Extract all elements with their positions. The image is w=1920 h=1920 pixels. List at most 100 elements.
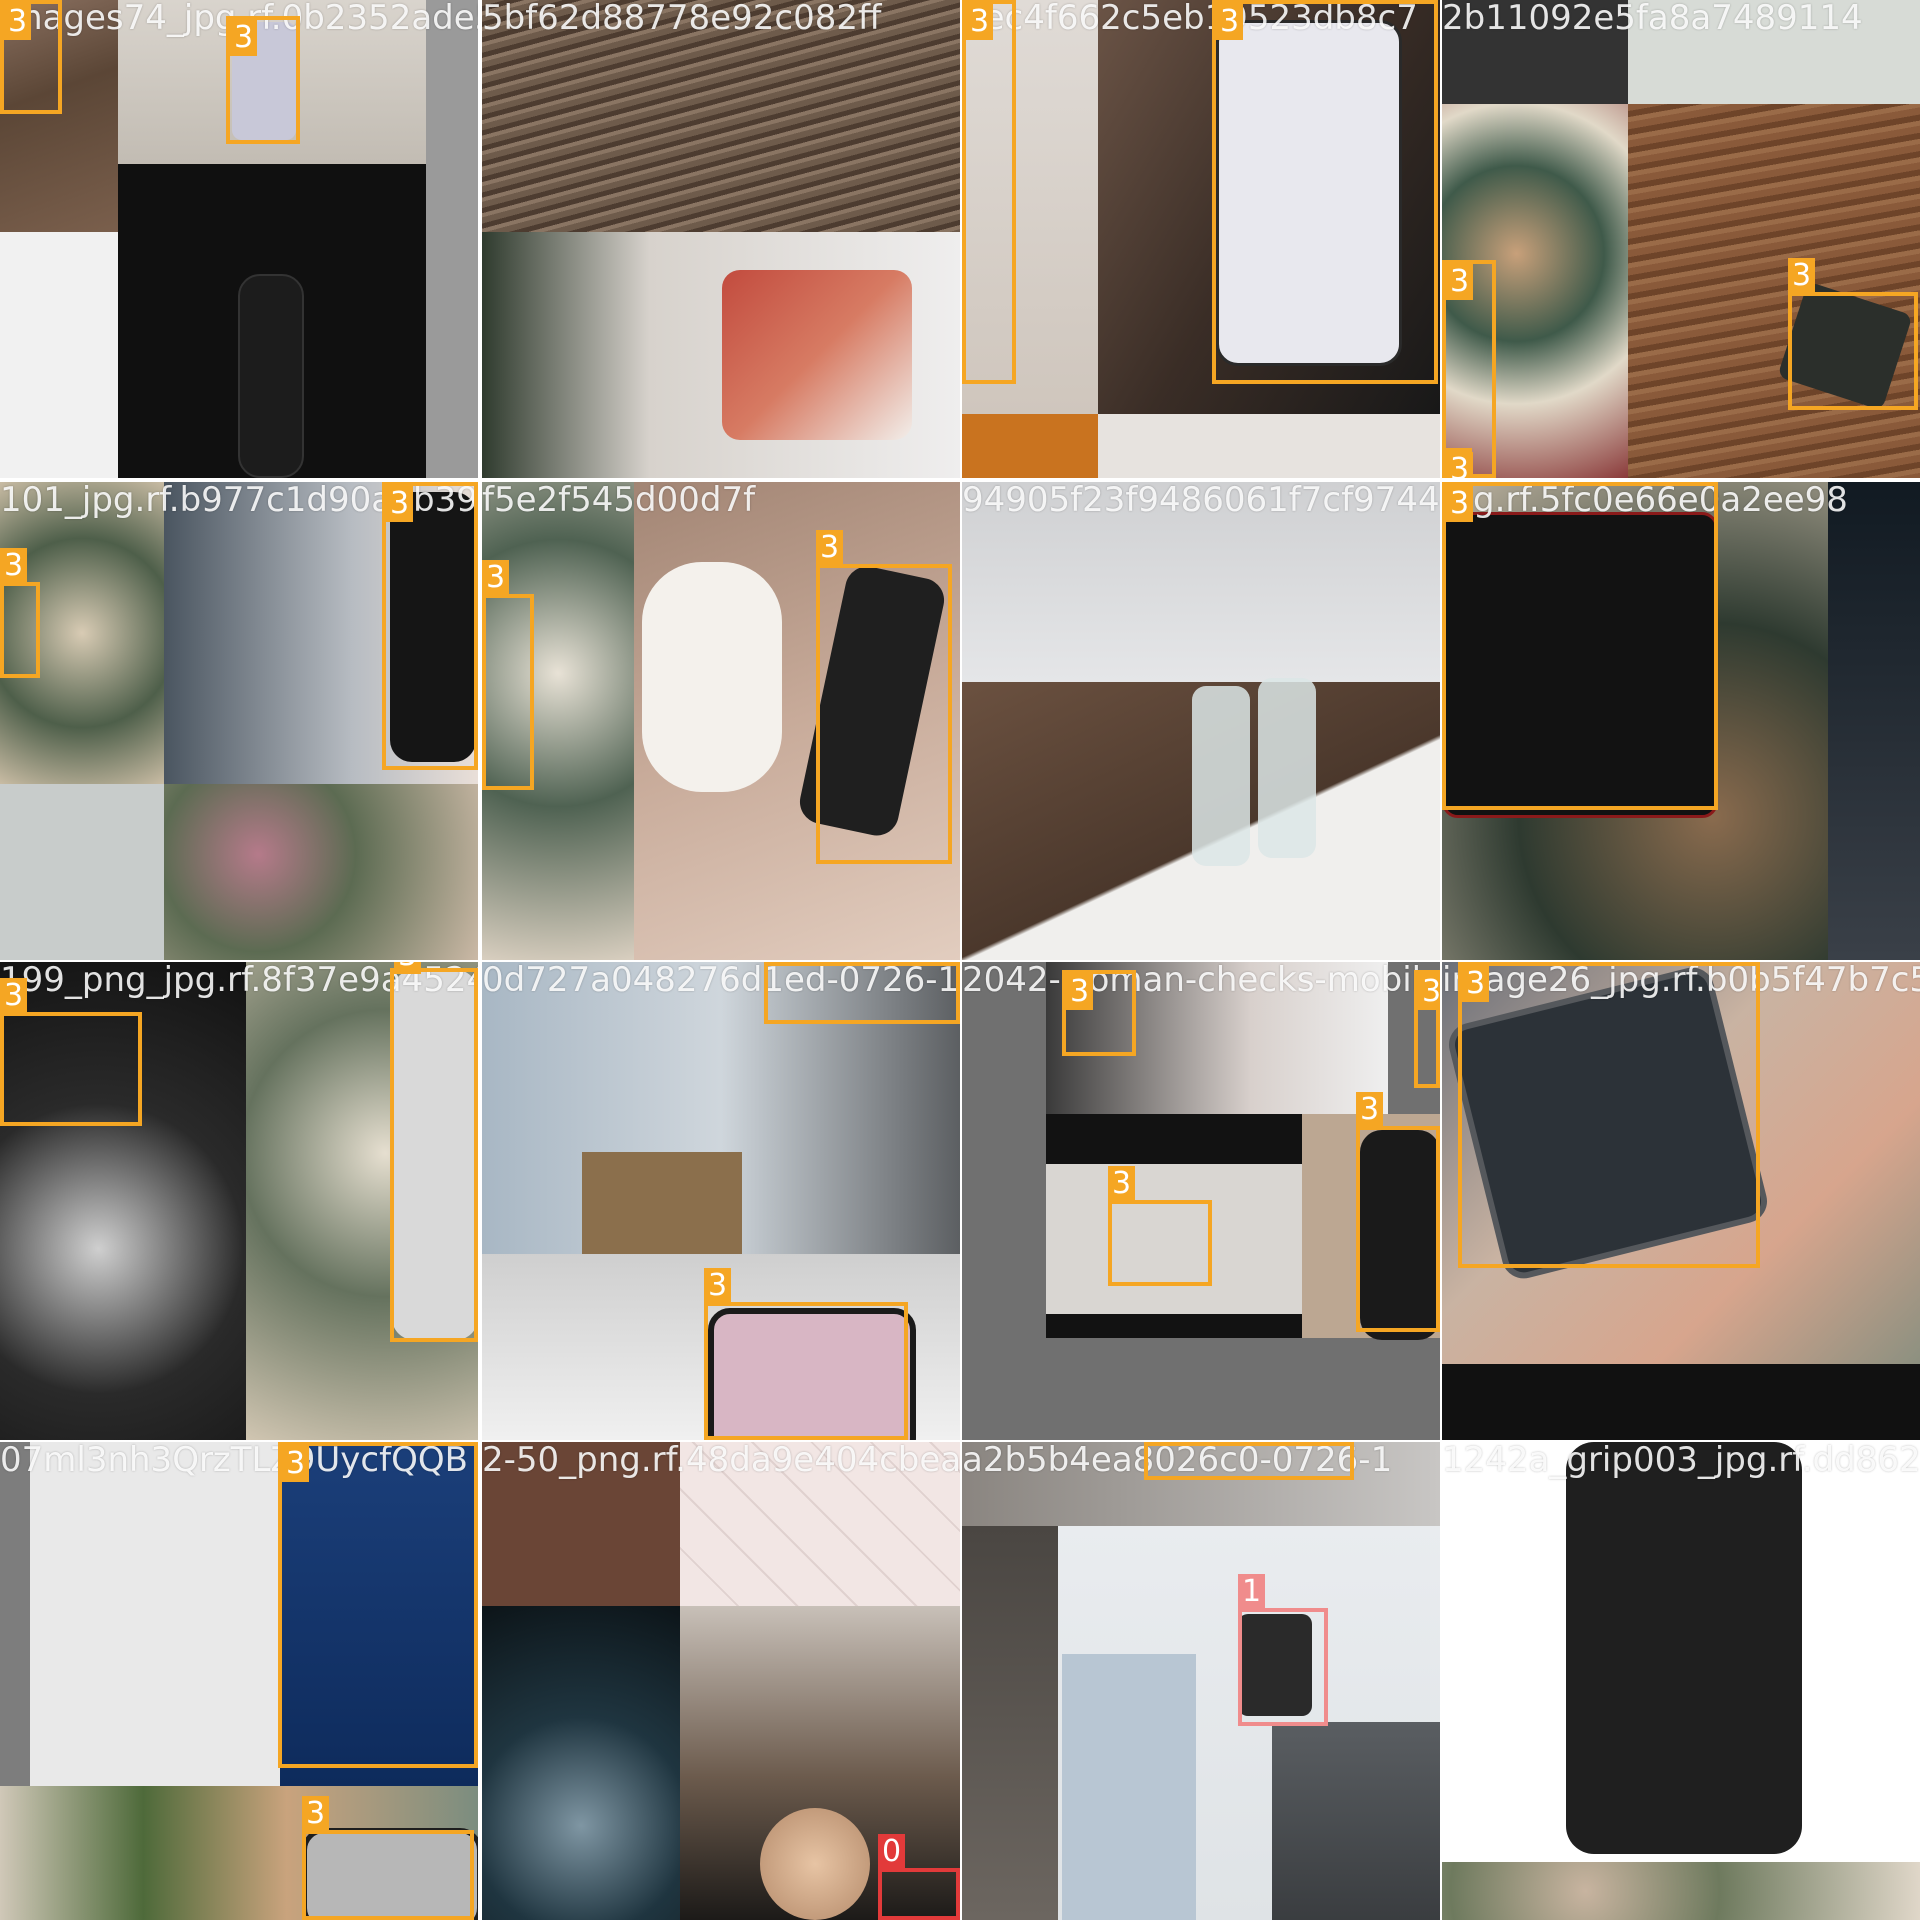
bounding-box: 3 — [482, 560, 534, 790]
class-label: 3 — [386, 486, 414, 522]
bounding-box: 1 — [1238, 1574, 1328, 1726]
bounding-box: 3 — [764, 962, 960, 1024]
image-patch — [0, 232, 118, 478]
class-label: 3 — [394, 962, 422, 974]
class-label: 3 — [1446, 486, 1474, 522]
class-label: 3 — [704, 1268, 732, 1304]
class-label: 0 — [878, 1834, 906, 1870]
mosaic-tile: images74_jpg.rf.0b2352ade592e5fb7 3 3 — [0, 0, 478, 478]
class-label: 3 — [1144, 1442, 1172, 1444]
image-patch — [722, 270, 912, 440]
class-label: 3 — [966, 4, 994, 40]
class-label: 1 — [1238, 1574, 1266, 1610]
mosaic-tile: image26_jpg.rf.b0b5f47b7c5 3 — [1442, 962, 1920, 1440]
image-patch — [30, 1442, 280, 1786]
mosaic-tile: 94905f23f9486061f7cf9744 — [962, 482, 1440, 960]
bounding-box: 3 — [1212, 0, 1438, 384]
mosaic-tile: 1242a_grip003_jpg.rf.dd86264 — [1442, 1442, 1920, 1920]
class-label: 3 — [1418, 974, 1440, 1010]
mosaic-tile: 2-50_png.rf.48da9e404cbeaeac 0 — [482, 1442, 960, 1920]
image-patch — [962, 414, 1098, 478]
bounding-box: 3 — [1356, 1092, 1440, 1332]
mosaic-tile: jpg.rf.5fc0e66e0a2ee98 3 — [1442, 482, 1920, 960]
bounding-box: 3 — [278, 1442, 478, 1768]
class-label: 3 — [482, 560, 510, 596]
mosaic-tile: 5bf62d88778e92c082ff — [482, 0, 960, 478]
image-patch — [1258, 678, 1316, 858]
bounding-box: 3 — [1442, 260, 1496, 478]
image-patch — [1828, 482, 1920, 960]
bounding-box: 3 — [1414, 970, 1440, 1088]
bounding-box: 3 — [1144, 1442, 1354, 1480]
mosaic-tile: a2b5b4ea8026c0-0726-1 3 1 — [962, 1442, 1440, 1920]
image-patch — [1442, 1862, 1920, 1920]
tile-filename: 5bf62d88778e92c082ff — [482, 0, 882, 38]
phone-object — [238, 274, 304, 478]
image-patch — [1098, 414, 1440, 478]
tile-filename: 2-50_png.rf.48da9e404cbeaeac — [482, 1442, 960, 1480]
mosaic-tile: 07ml3nh3QrzTLZ9UycfQQB 3 3 — [0, 1442, 478, 1920]
phone-object — [1566, 1442, 1802, 1854]
class-label: 3 — [4, 4, 32, 40]
bounding-box: 3 — [962, 0, 1016, 384]
class-label: 3 — [1216, 4, 1244, 40]
class-label: 3 — [302, 1796, 330, 1832]
class-label: 3 — [764, 962, 792, 964]
image-patch — [1192, 686, 1250, 866]
class-label: 3 — [1788, 258, 1816, 294]
class-label: 3 — [816, 530, 844, 566]
class-label: 3 — [1462, 966, 1490, 1002]
bounding-box: 3 — [1788, 258, 1918, 410]
bounding-box: 3 — [0, 978, 142, 1126]
bounding-box: 0 — [878, 1834, 960, 1920]
bounding-box: 3 — [1062, 970, 1136, 1056]
bounding-box: 3 — [0, 0, 62, 114]
tile-filename: 1242a_grip003_jpg.rf.dd86264 — [1442, 1442, 1920, 1480]
bounding-box: 3 — [1442, 448, 1474, 478]
bounding-box: 3 — [226, 16, 300, 144]
mosaic-tile: 0d727a048276d1ed-0726-1 3 3 — [482, 962, 960, 1440]
class-label: 3 — [230, 20, 258, 56]
bounding-box: 3 — [302, 1796, 474, 1920]
image-patch — [1442, 1364, 1920, 1440]
image-patch — [642, 562, 782, 792]
tile-filename: 2b11092e5fa8a7489114 — [1442, 0, 1863, 38]
class-label: 3 — [0, 978, 28, 1014]
tile-filename: f5e2f545d00d7f — [482, 482, 756, 520]
class-label: 3 — [282, 1446, 310, 1482]
class-label: 3 — [0, 548, 28, 584]
bounding-box: 3 — [0, 548, 40, 678]
mosaic-tile: 101_jpg.rf.b977c1d90aeb39 3 3 — [0, 482, 478, 960]
image-patch — [164, 784, 478, 960]
mosaic-tile: 199_png_jpg.rf.8f37e9a4524 3 3 — [0, 962, 478, 1440]
image-patch — [1272, 1722, 1440, 1920]
image-patch — [1628, 104, 1920, 478]
bounding-box: 3 — [382, 482, 478, 770]
bounding-box: 3 — [704, 1268, 908, 1440]
mosaic-tile: f5e2f545d00d7f 3 3 — [482, 482, 960, 960]
image-patch — [482, 1606, 680, 1920]
class-label: 3 — [1108, 1166, 1136, 1202]
mosaic-tile: 2042-woman-checks-mobile-phone 3 3 3 3 — [962, 962, 1440, 1440]
bounding-box: 3 — [816, 530, 952, 864]
class-label: 3 — [1446, 264, 1474, 300]
image-patch — [426, 0, 478, 478]
class-label: 3 — [1446, 452, 1474, 478]
image-patch — [962, 1526, 1058, 1920]
mosaic-tile: 3ec4f662c5eb19523db8c7 3 3 — [962, 0, 1440, 478]
image-patch — [0, 1442, 30, 1786]
mosaic-tile: 2b11092e5fa8a7489114 3 3 3 — [1442, 0, 1920, 478]
bounding-box: 3 — [1458, 962, 1760, 1268]
tile-filename: 94905f23f9486061f7cf9744 — [962, 482, 1440, 520]
bounding-box: 3 — [1108, 1166, 1212, 1286]
bounding-box: 3 — [1442, 482, 1718, 810]
tile-filename: 2042-woman-checks-mobile-phone — [962, 962, 1440, 1000]
image-patch — [582, 1152, 742, 1254]
image-patch — [1062, 1654, 1196, 1920]
mosaic-grid: images74_jpg.rf.0b2352ade592e5fb7 3 3 5b… — [0, 0, 1920, 1920]
image-patch — [0, 784, 164, 960]
class-label: 3 — [1356, 1092, 1384, 1128]
image-patch — [760, 1808, 870, 1920]
bounding-box: 3 — [390, 962, 478, 1342]
class-label: 3 — [1066, 974, 1094, 1010]
